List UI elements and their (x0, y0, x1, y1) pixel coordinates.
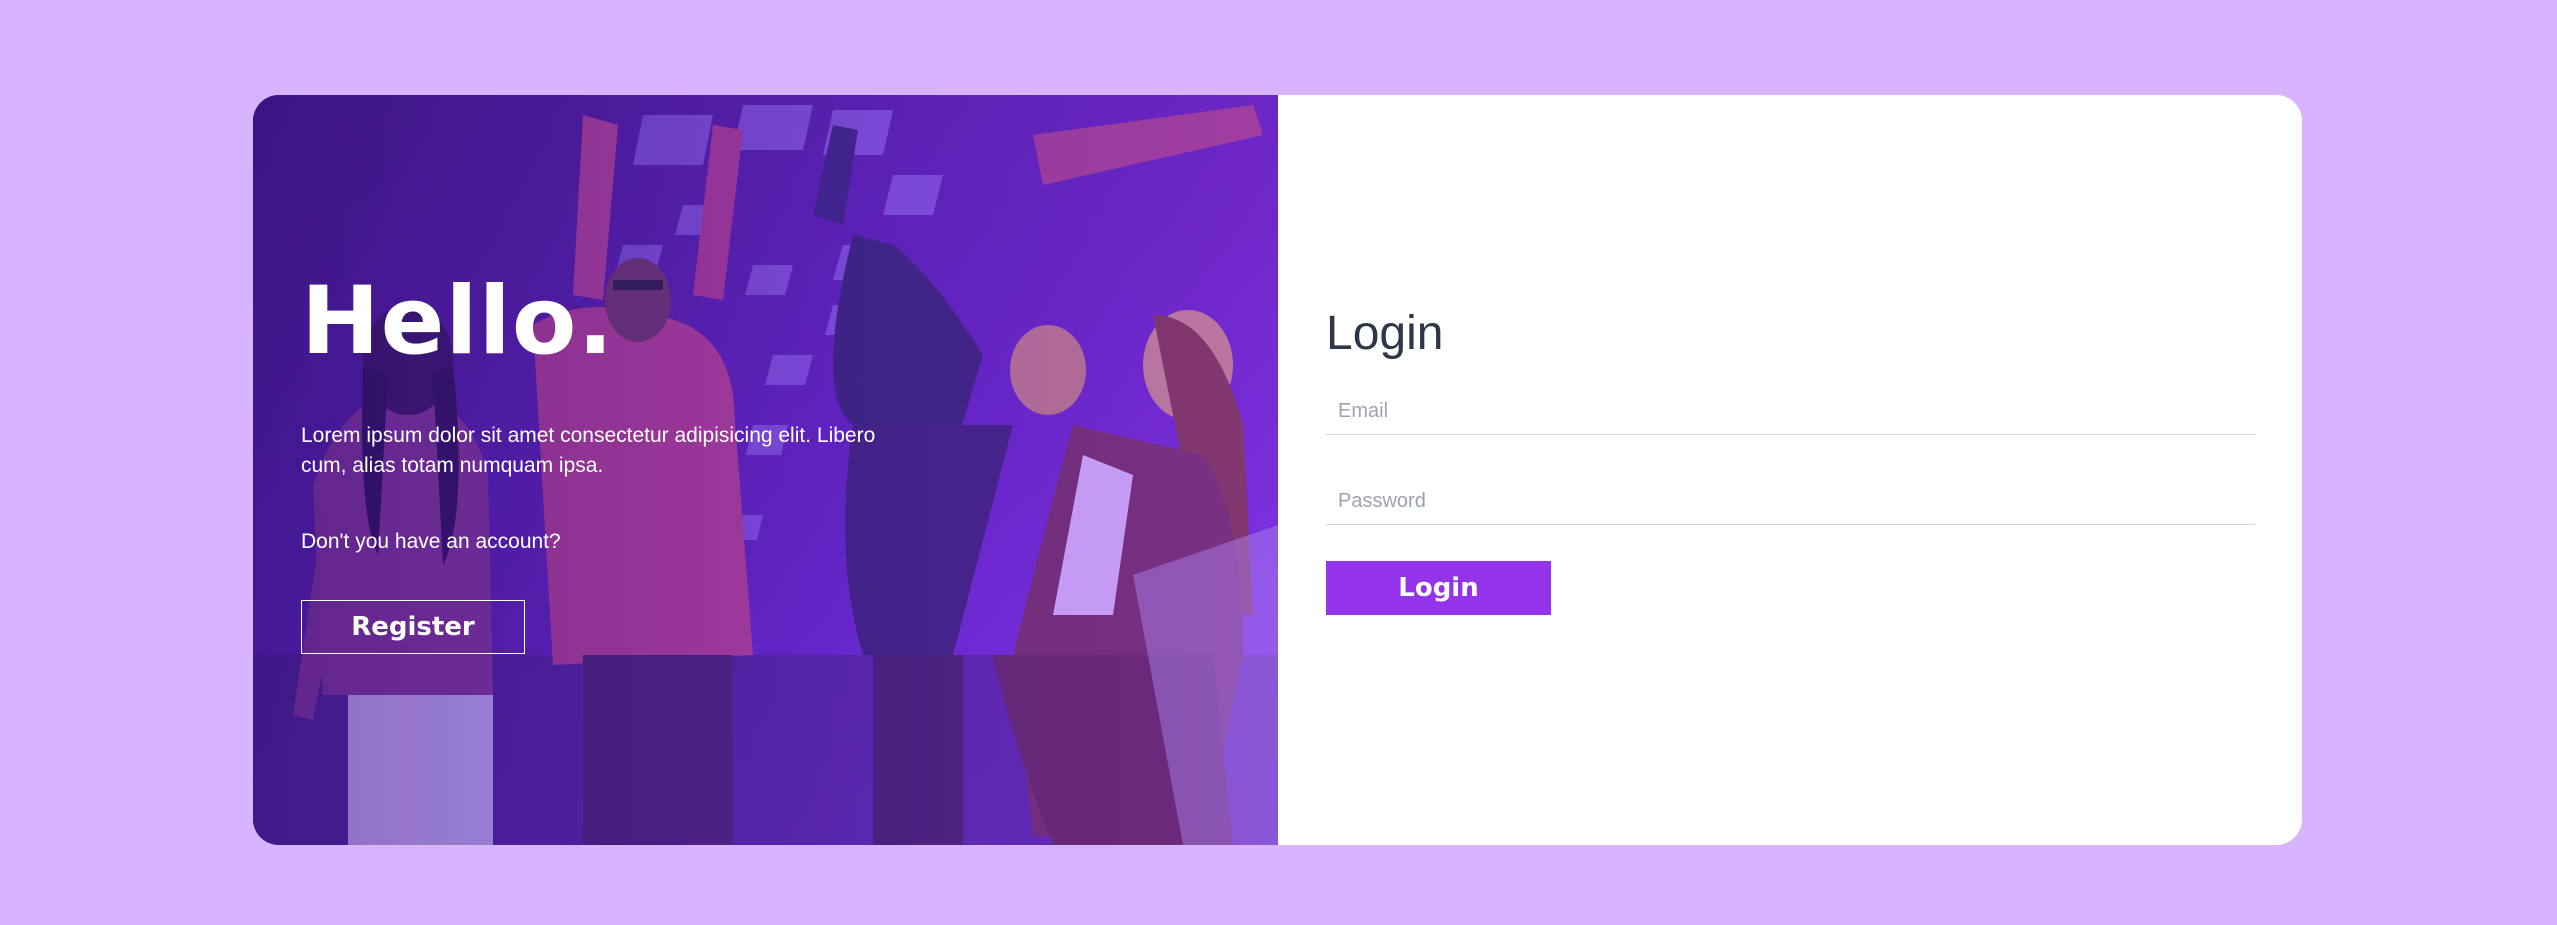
password-field[interactable] (1326, 489, 2255, 513)
login-card: Hello. Lorem ipsum dolor sit amet consec… (253, 95, 2302, 845)
email-field[interactable] (1326, 399, 2255, 423)
account-question: Don't you have an account? (301, 530, 561, 553)
password-field-wrapper (1326, 478, 2255, 525)
login-title: Login (1326, 307, 1444, 360)
hello-heading: Hello. (301, 267, 615, 376)
login-panel: Login Login (1278, 95, 2302, 845)
login-form: Login Login (1326, 310, 2255, 615)
login-button[interactable]: Login (1326, 561, 1551, 615)
intro-text: Lorem ipsum dolor sit amet consectetur a… (301, 424, 876, 477)
welcome-panel: Hello. Lorem ipsum dolor sit amet consec… (253, 95, 1278, 845)
register-button[interactable]: Register (301, 600, 525, 654)
email-field-wrapper (1326, 388, 2255, 435)
welcome-content: Hello. Lorem ipsum dolor sit amet consec… (301, 275, 941, 654)
